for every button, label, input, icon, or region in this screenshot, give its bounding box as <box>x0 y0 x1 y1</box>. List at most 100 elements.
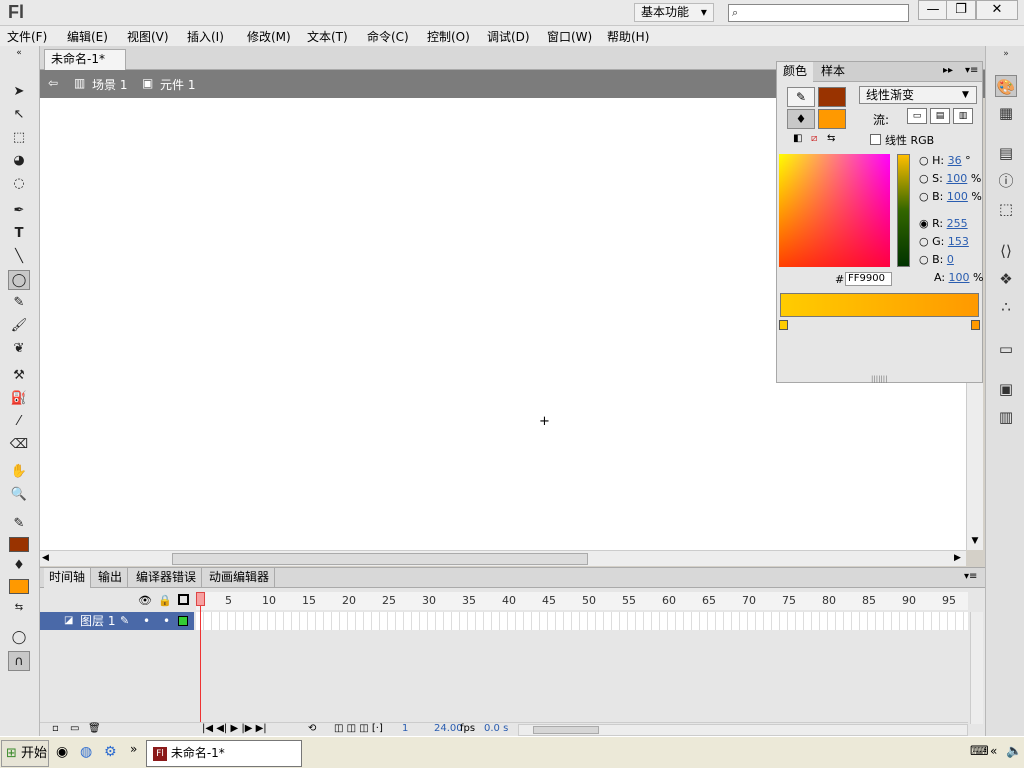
ie-icon[interactable]: ◍ <box>80 744 92 760</box>
hex-input[interactable]: FF9900 <box>845 272 892 286</box>
gradient-stop-left[interactable] <box>779 320 788 330</box>
delete-layer-icon[interactable]: 🗑 <box>88 723 101 734</box>
brightness-row[interactable]: ○ B: 100 % <box>919 190 982 203</box>
flow-extend-icon[interactable]: ▭ <box>907 108 927 124</box>
outline-icon[interactable] <box>178 594 189 605</box>
quicklaunch-more[interactable]: » <box>130 742 137 756</box>
taskbar-item-flash[interactable]: Fl 未命名-1* <box>146 740 302 767</box>
new-folder-icon[interactable]: ▭ <box>70 723 79 734</box>
onion-skin-icons[interactable]: ◫ ◫ ◫ [·] <box>334 723 383 734</box>
playhead[interactable] <box>196 592 205 606</box>
hand-tool-icon[interactable]: ✋ <box>8 462 30 482</box>
eraser-tool-icon[interactable]: ⌫ <box>8 435 30 455</box>
expand-icon[interactable]: » <box>995 48 1017 60</box>
menu-help[interactable]: 帮助(H) <box>607 28 649 45</box>
panel-menu-icon[interactable]: ▾≡ <box>964 571 977 582</box>
keyboard-icon[interactable]: ⌨ <box>970 744 989 759</box>
swatches-panel-icon[interactable]: ▦ <box>995 102 1017 124</box>
media-player-icon[interactable]: ◉ <box>56 744 68 760</box>
tab-timeline[interactable]: 时间轴 <box>44 568 92 588</box>
bone-tool-icon[interactable]: ⚒ <box>8 366 30 386</box>
close-button[interactable]: ✕ <box>976 0 1018 20</box>
timeline-scroll-thumb[interactable] <box>533 726 599 734</box>
lasso-tool-icon[interactable]: ◌ <box>8 174 30 194</box>
paint-bucket-tool-icon[interactable]: ⛽ <box>8 389 30 409</box>
new-layer-icon[interactable]: ▫ <box>52 723 59 734</box>
alpha-row[interactable]: A: 100 % <box>934 271 984 284</box>
books-icon[interactable]: ▥ <box>995 406 1017 428</box>
tab-swatches[interactable]: 样本 <box>815 62 851 82</box>
color-panel-icon[interactable]: 🎨 <box>995 75 1017 97</box>
layer-row[interactable]: ◪ 图层 1 ✎ • • <box>40 612 194 630</box>
menu-control[interactable]: 控制(O) <box>427 28 470 45</box>
brightness-slider[interactable] <box>897 154 910 267</box>
help-search-input[interactable]: ⌕ <box>728 4 909 22</box>
snap-magnet-icon[interactable]: ∩ <box>8 651 30 671</box>
red-row[interactable]: ◉ R: 255 <box>919 217 968 230</box>
tab-motion-editor[interactable]: 动画编辑器 <box>204 568 276 588</box>
loop-icon[interactable]: ⟲ <box>308 723 316 734</box>
text-tool-icon[interactable]: T <box>8 224 30 244</box>
collapse-icon[interactable]: « <box>8 46 30 60</box>
horizontal-scrollbar[interactable]: ◀ ▶ <box>40 550 966 566</box>
tab-compiler-errors[interactable]: 编译器错误 <box>131 568 203 588</box>
deco-tool-icon[interactable]: ❦ <box>8 339 30 359</box>
info-panel-icon[interactable]: ⓘ <box>995 170 1017 192</box>
panel-stroke-swatch[interactable] <box>818 87 846 107</box>
fill-bucket-icon[interactable]: ♦ <box>787 109 815 129</box>
menu-modify[interactable]: 修改(M) <box>247 28 291 45</box>
layer-name[interactable]: 图层 1 <box>80 612 115 630</box>
tray-expand-icon[interactable]: « <box>990 744 997 758</box>
zoom-tool-icon[interactable]: 🔍 <box>8 485 30 505</box>
swap-colors-icon[interactable]: ⇆ <box>827 133 835 144</box>
linear-rgb-checkbox[interactable] <box>870 134 881 145</box>
scroll-left-icon[interactable]: ◀ <box>42 553 49 563</box>
menu-debug[interactable]: 调试(D) <box>487 28 530 45</box>
collapse-panel-icon[interactable]: ▸▸ <box>943 65 953 76</box>
free-transform-tool-icon[interactable]: ⬚ <box>8 128 30 148</box>
brush-tool-icon[interactable]: 🖌 <box>8 316 30 336</box>
restore-button[interactable]: ❐ <box>946 0 976 20</box>
library-icon[interactable]: ▣ <box>995 378 1017 400</box>
object-drawing-icon[interactable]: ◯ <box>8 628 30 648</box>
pen-tool-icon[interactable]: ✒ <box>8 201 30 221</box>
fill-color-swatch[interactable] <box>9 579 29 594</box>
resize-grip[interactable]: ||||||| <box>871 375 888 383</box>
selection-tool-icon[interactable]: ➤ <box>8 82 30 102</box>
timeline-vertical-scrollbar[interactable] <box>970 612 983 724</box>
panel-menu-icon[interactable]: ▾≡ <box>965 65 978 76</box>
subselection-tool-icon[interactable]: ↖ <box>8 105 30 125</box>
gradient-stop-right[interactable] <box>971 320 980 330</box>
frame-strip[interactable] <box>196 612 968 630</box>
settings-icon[interactable]: ⚙ <box>104 744 117 760</box>
eye-icon[interactable]: 👁 <box>138 594 152 607</box>
fill-type-select[interactable]: 线性渐变 ▼ <box>859 86 977 104</box>
menu-edit[interactable]: 编辑(E) <box>67 28 108 45</box>
tab-output[interactable]: 输出 <box>93 568 129 588</box>
menu-commands[interactable]: 命令(C) <box>367 28 409 45</box>
document-tab[interactable]: 未命名-1* × <box>44 49 126 85</box>
eyedropper-tool-icon[interactable]: ⁄ <box>8 412 30 432</box>
hue-row[interactable]: ○ H: 36 ° <box>919 154 971 167</box>
components-panel-icon[interactable]: ❖ <box>995 268 1017 290</box>
frame-rate[interactable]: 24.00 <box>434 723 463 734</box>
oval-tool-icon[interactable]: ◯ <box>8 270 30 290</box>
transform-panel-icon[interactable]: ⬚ <box>995 198 1017 220</box>
gradient-preview-bar[interactable] <box>780 293 979 317</box>
horizontal-scroll-thumb[interactable] <box>172 553 588 565</box>
lock-icon[interactable]: 🔒 <box>158 594 172 607</box>
playback-controls[interactable]: |◀ ◀| ▶ |▶ ▶| <box>202 723 267 734</box>
3d-rotation-tool-icon[interactable]: ◕ <box>8 151 30 171</box>
breadcrumb-symbol[interactable]: 元件 1 <box>160 76 195 93</box>
stroke-pencil-icon[interactable]: ✎ <box>787 87 815 107</box>
back-arrow-icon[interactable]: ⇦ <box>48 76 58 90</box>
actions-panel-icon[interactable]: ⟨⟩ <box>995 240 1017 262</box>
scroll-down-icon[interactable]: ▼ <box>967 536 983 550</box>
start-button[interactable]: ⊞ 开始 <box>1 740 49 767</box>
timeline-horizontal-scrollbar[interactable] <box>518 724 968 736</box>
workspace-switcher[interactable]: 基本功能 ▾ <box>634 3 714 22</box>
line-tool-icon[interactable]: ╲ <box>8 247 30 267</box>
menu-view[interactable]: 视图(V) <box>127 28 169 45</box>
menu-text[interactable]: 文本(T) <box>307 28 348 45</box>
green-row[interactable]: ○ G: 153 <box>919 235 969 248</box>
